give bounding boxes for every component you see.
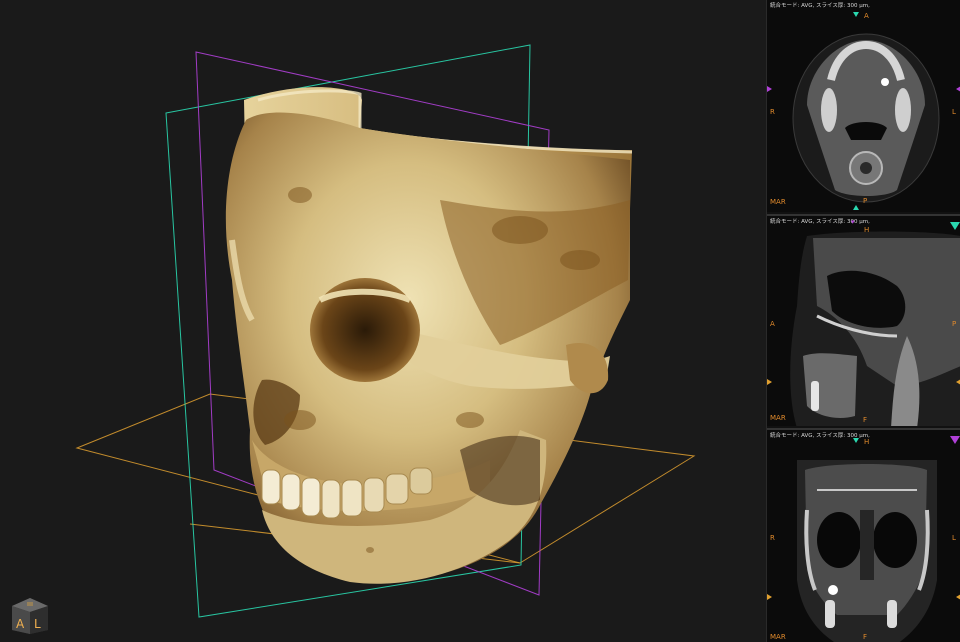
sagittal-label-bottom: F xyxy=(863,416,868,424)
coronal-label-bottom: F xyxy=(863,633,868,641)
sagittal-label-top: H xyxy=(864,226,870,234)
sagittal-corner-marker[interactable] xyxy=(950,222,960,230)
coronal-top-marker[interactable] xyxy=(853,438,859,443)
axial-bottom-marker[interactable] xyxy=(853,205,859,210)
mpr-panel-column: 統合モード: AVG, スライス厚: 300 μm, A R L P MAR 統… xyxy=(766,0,960,642)
axial-label-bottom: P xyxy=(863,197,868,205)
coronal-label-right: L xyxy=(952,534,956,542)
coronal-label-top: H xyxy=(864,438,870,446)
sagittal-slice-image xyxy=(790,231,960,426)
axial-top-marker[interactable] xyxy=(853,12,859,17)
volume-render-viewport[interactable]: A L xyxy=(0,0,766,642)
coronal-corner-marker[interactable] xyxy=(950,436,960,444)
sagittal-left-marker[interactable] xyxy=(767,379,772,385)
sagittal-mar-label: MAR xyxy=(770,414,786,422)
coronal-label-left: R xyxy=(770,534,775,542)
axial-label-right: L xyxy=(952,108,956,116)
cube-label-anterior: A xyxy=(16,617,25,631)
sagittal-top-marker-glyph: ▾ xyxy=(851,218,855,226)
axial-mar-label: MAR xyxy=(770,198,786,206)
orientation-cube[interactable]: A L xyxy=(10,594,50,634)
axial-label-left: R xyxy=(770,108,775,116)
sagittal-label-right: P xyxy=(952,320,957,328)
sagittal-slice-view[interactable]: 統合モード: AVG, スライス厚: 300 μm, ▾ H A P F MAR xyxy=(767,214,960,426)
axial-right-marker[interactable] xyxy=(956,86,960,92)
volume-render-scene[interactable] xyxy=(0,0,766,642)
cube-label-left: L xyxy=(34,617,41,631)
sagittal-right-marker[interactable] xyxy=(956,379,960,385)
coronal-slice-view[interactable]: 統合モード: AVG, スライス厚: 300 μm, H R L F MAR xyxy=(767,428,960,642)
axial-label-top: A xyxy=(864,12,869,20)
axial-slice-image xyxy=(792,33,940,203)
coronal-right-marker[interactable] xyxy=(956,594,960,600)
coronal-mar-label: MAR xyxy=(770,633,786,641)
axial-slice-view[interactable]: 統合モード: AVG, スライス厚: 300 μm, A R L P MAR xyxy=(767,0,960,212)
coronal-left-marker[interactable] xyxy=(767,594,772,600)
axial-slice-header: 統合モード: AVG, スライス厚: 300 μm, xyxy=(770,3,870,9)
sagittal-label-left: A xyxy=(770,320,775,328)
axial-left-marker[interactable] xyxy=(767,86,772,92)
skull-volume[interactable] xyxy=(225,87,633,584)
coronal-slice-image xyxy=(797,460,937,642)
